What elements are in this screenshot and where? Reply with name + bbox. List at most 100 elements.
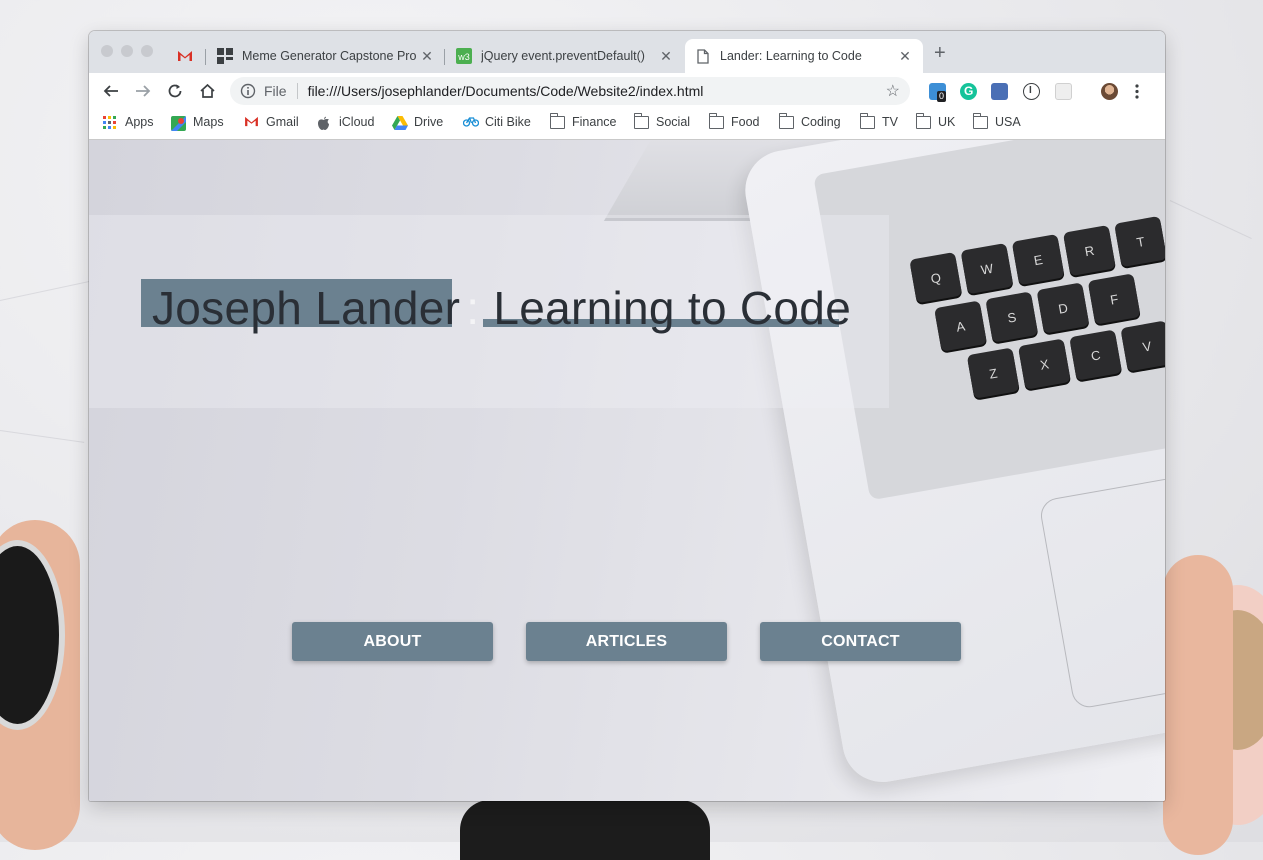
maps-icon bbox=[171, 115, 186, 131]
laptop-trackpad bbox=[1038, 455, 1165, 711]
w3schools-icon: w3 bbox=[456, 48, 472, 64]
bookmark-folder-social[interactable]: Social bbox=[633, 112, 691, 129]
bookmark-label: Coding bbox=[801, 115, 841, 129]
minimize-window-button[interactable] bbox=[121, 45, 133, 57]
extension-badge-icon[interactable]: 0 bbox=[929, 83, 947, 102]
tab-title: Meme Generator Capstone Pro bbox=[242, 49, 417, 63]
keyboard-key: T bbox=[1114, 215, 1165, 268]
close-window-button[interactable] bbox=[101, 45, 113, 57]
gmail-icon bbox=[177, 48, 193, 64]
reload-icon bbox=[168, 84, 182, 98]
tab-jquery-prevent-default[interactable]: w3 jQuery event.preventDefault() ✕ bbox=[446, 39, 684, 73]
bookmark-folder-coding[interactable]: Coding bbox=[778, 112, 841, 129]
menu-dots-icon[interactable] bbox=[1134, 83, 1140, 100]
info-icon[interactable] bbox=[240, 83, 256, 99]
bookmark-drive[interactable]: Drive bbox=[392, 115, 444, 130]
author-name: Joseph Lander bbox=[152, 282, 461, 334]
new-tab-button[interactable]: + bbox=[934, 43, 946, 63]
keyboard-key: C bbox=[1069, 329, 1123, 381]
page-viewport: Q W E R T A S D F Z X C V Joseph Lander:… bbox=[89, 140, 1165, 801]
keyboard-key: W bbox=[960, 242, 1014, 295]
marble-vein bbox=[1169, 200, 1252, 239]
omnibox-divider bbox=[296, 83, 298, 99]
folder-icon bbox=[972, 112, 988, 129]
forward-arrow-icon bbox=[136, 85, 151, 97]
bookmark-label: UK bbox=[938, 115, 956, 129]
coffee-mug-right bbox=[1163, 555, 1263, 855]
apps-grid-icon bbox=[103, 115, 118, 129]
home-button[interactable] bbox=[197, 81, 217, 101]
bookmark-label: Finance bbox=[572, 115, 617, 129]
bookmark-apps[interactable]: Apps bbox=[103, 115, 154, 129]
bookmark-folder-food[interactable]: Food bbox=[708, 112, 760, 129]
tab-bar: Meme Generator Capstone Pro ✕ w3 jQuery … bbox=[89, 31, 1165, 73]
tab-close-button[interactable]: ✕ bbox=[658, 48, 674, 65]
drive-icon bbox=[392, 115, 408, 130]
title-separator: : bbox=[466, 282, 480, 334]
bookmark-folder-tv[interactable]: TV bbox=[859, 112, 898, 129]
bike-icon bbox=[462, 116, 480, 129]
blank-extension-icon[interactable] bbox=[1055, 83, 1072, 100]
articles-button[interactable]: ARTICLES bbox=[526, 622, 727, 661]
bookmark-citi-bike[interactable]: Citi Bike bbox=[462, 115, 531, 129]
keyboard-key: X bbox=[1017, 338, 1071, 390]
keyboard-key: E bbox=[1011, 233, 1065, 286]
bookmark-label: TV bbox=[882, 115, 898, 129]
url-scheme-label: File bbox=[264, 83, 287, 99]
bookmark-label: iCloud bbox=[339, 115, 375, 129]
folder-icon bbox=[708, 112, 724, 129]
bookmark-folder-finance[interactable]: Finance bbox=[549, 112, 617, 129]
marble-vein bbox=[0, 430, 85, 443]
bookmark-label: Drive bbox=[414, 115, 444, 129]
gmail-icon bbox=[244, 116, 259, 129]
keyboard-key: V bbox=[1120, 320, 1165, 372]
grid-app-icon bbox=[217, 48, 233, 64]
bookmarks-bar: Apps Maps Gmail iCloud Drive Citi Bike F… bbox=[89, 109, 1165, 140]
tab-lander-active[interactable]: Lander: Learning to Code ✕ bbox=[685, 39, 923, 73]
url-text[interactable]: file:///Users/josephlander/Documents/Cod… bbox=[308, 83, 886, 99]
folder-icon bbox=[633, 112, 649, 129]
bookmark-label: USA bbox=[995, 115, 1021, 129]
bookmark-label: Citi Bike bbox=[485, 115, 531, 129]
zoom-window-button[interactable] bbox=[141, 45, 153, 57]
svg-text:w3: w3 bbox=[457, 52, 470, 62]
bookmark-label: Social bbox=[656, 115, 691, 129]
folder-icon bbox=[778, 112, 794, 129]
back-button[interactable] bbox=[101, 81, 121, 101]
folder-icon bbox=[549, 112, 565, 129]
tab-separator bbox=[444, 49, 445, 65]
bookmark-label: Maps bbox=[193, 115, 224, 129]
bookmark-folder-usa[interactable]: USA bbox=[972, 112, 1021, 129]
bookmark-label: Food bbox=[731, 115, 760, 129]
tab-close-button[interactable]: ✕ bbox=[897, 48, 913, 65]
reload-button[interactable] bbox=[165, 81, 185, 101]
bookmark-icloud[interactable]: iCloud bbox=[317, 115, 375, 130]
bookmark-gmail[interactable]: Gmail bbox=[244, 115, 299, 129]
address-bar[interactable]: File file:///Users/josephlander/Document… bbox=[230, 77, 910, 105]
browser-toolbar: File file:///Users/josephlander/Document… bbox=[89, 73, 1165, 109]
tab-gmail[interactable] bbox=[167, 39, 207, 73]
bookmark-folder-uk[interactable]: UK bbox=[915, 112, 956, 129]
reader-extension-icon[interactable] bbox=[991, 83, 1008, 100]
tab-close-button[interactable]: ✕ bbox=[419, 48, 435, 65]
profile-avatar[interactable] bbox=[1101, 83, 1118, 100]
bookmark-star-icon[interactable]: ☆ bbox=[886, 81, 900, 101]
bookmark-label: Apps bbox=[125, 115, 154, 129]
keyboard-key: Q bbox=[909, 251, 963, 304]
tab-separator bbox=[205, 49, 206, 65]
contact-button[interactable]: CONTACT bbox=[760, 622, 961, 661]
apple-icon bbox=[317, 116, 332, 130]
forward-button[interactable] bbox=[133, 81, 153, 101]
about-button[interactable]: ABOUT bbox=[292, 622, 493, 661]
tab-title: jQuery event.preventDefault() bbox=[481, 49, 645, 63]
tab-meme-generator[interactable]: Meme Generator Capstone Pro ✕ bbox=[207, 39, 445, 73]
keyboard-key: A bbox=[934, 300, 988, 352]
onepassword-icon[interactable]: I bbox=[1023, 83, 1040, 100]
bookmark-maps[interactable]: Maps bbox=[171, 115, 224, 131]
keyboard-key: S bbox=[985, 291, 1039, 343]
tab-title: Lander: Learning to Code bbox=[720, 49, 862, 63]
grammarly-icon[interactable]: G bbox=[960, 83, 977, 100]
coffee-mug-left bbox=[0, 520, 90, 850]
browser-window: Meme Generator Capstone Pro ✕ w3 jQuery … bbox=[89, 31, 1165, 801]
keyboard-key: Z bbox=[966, 347, 1020, 399]
